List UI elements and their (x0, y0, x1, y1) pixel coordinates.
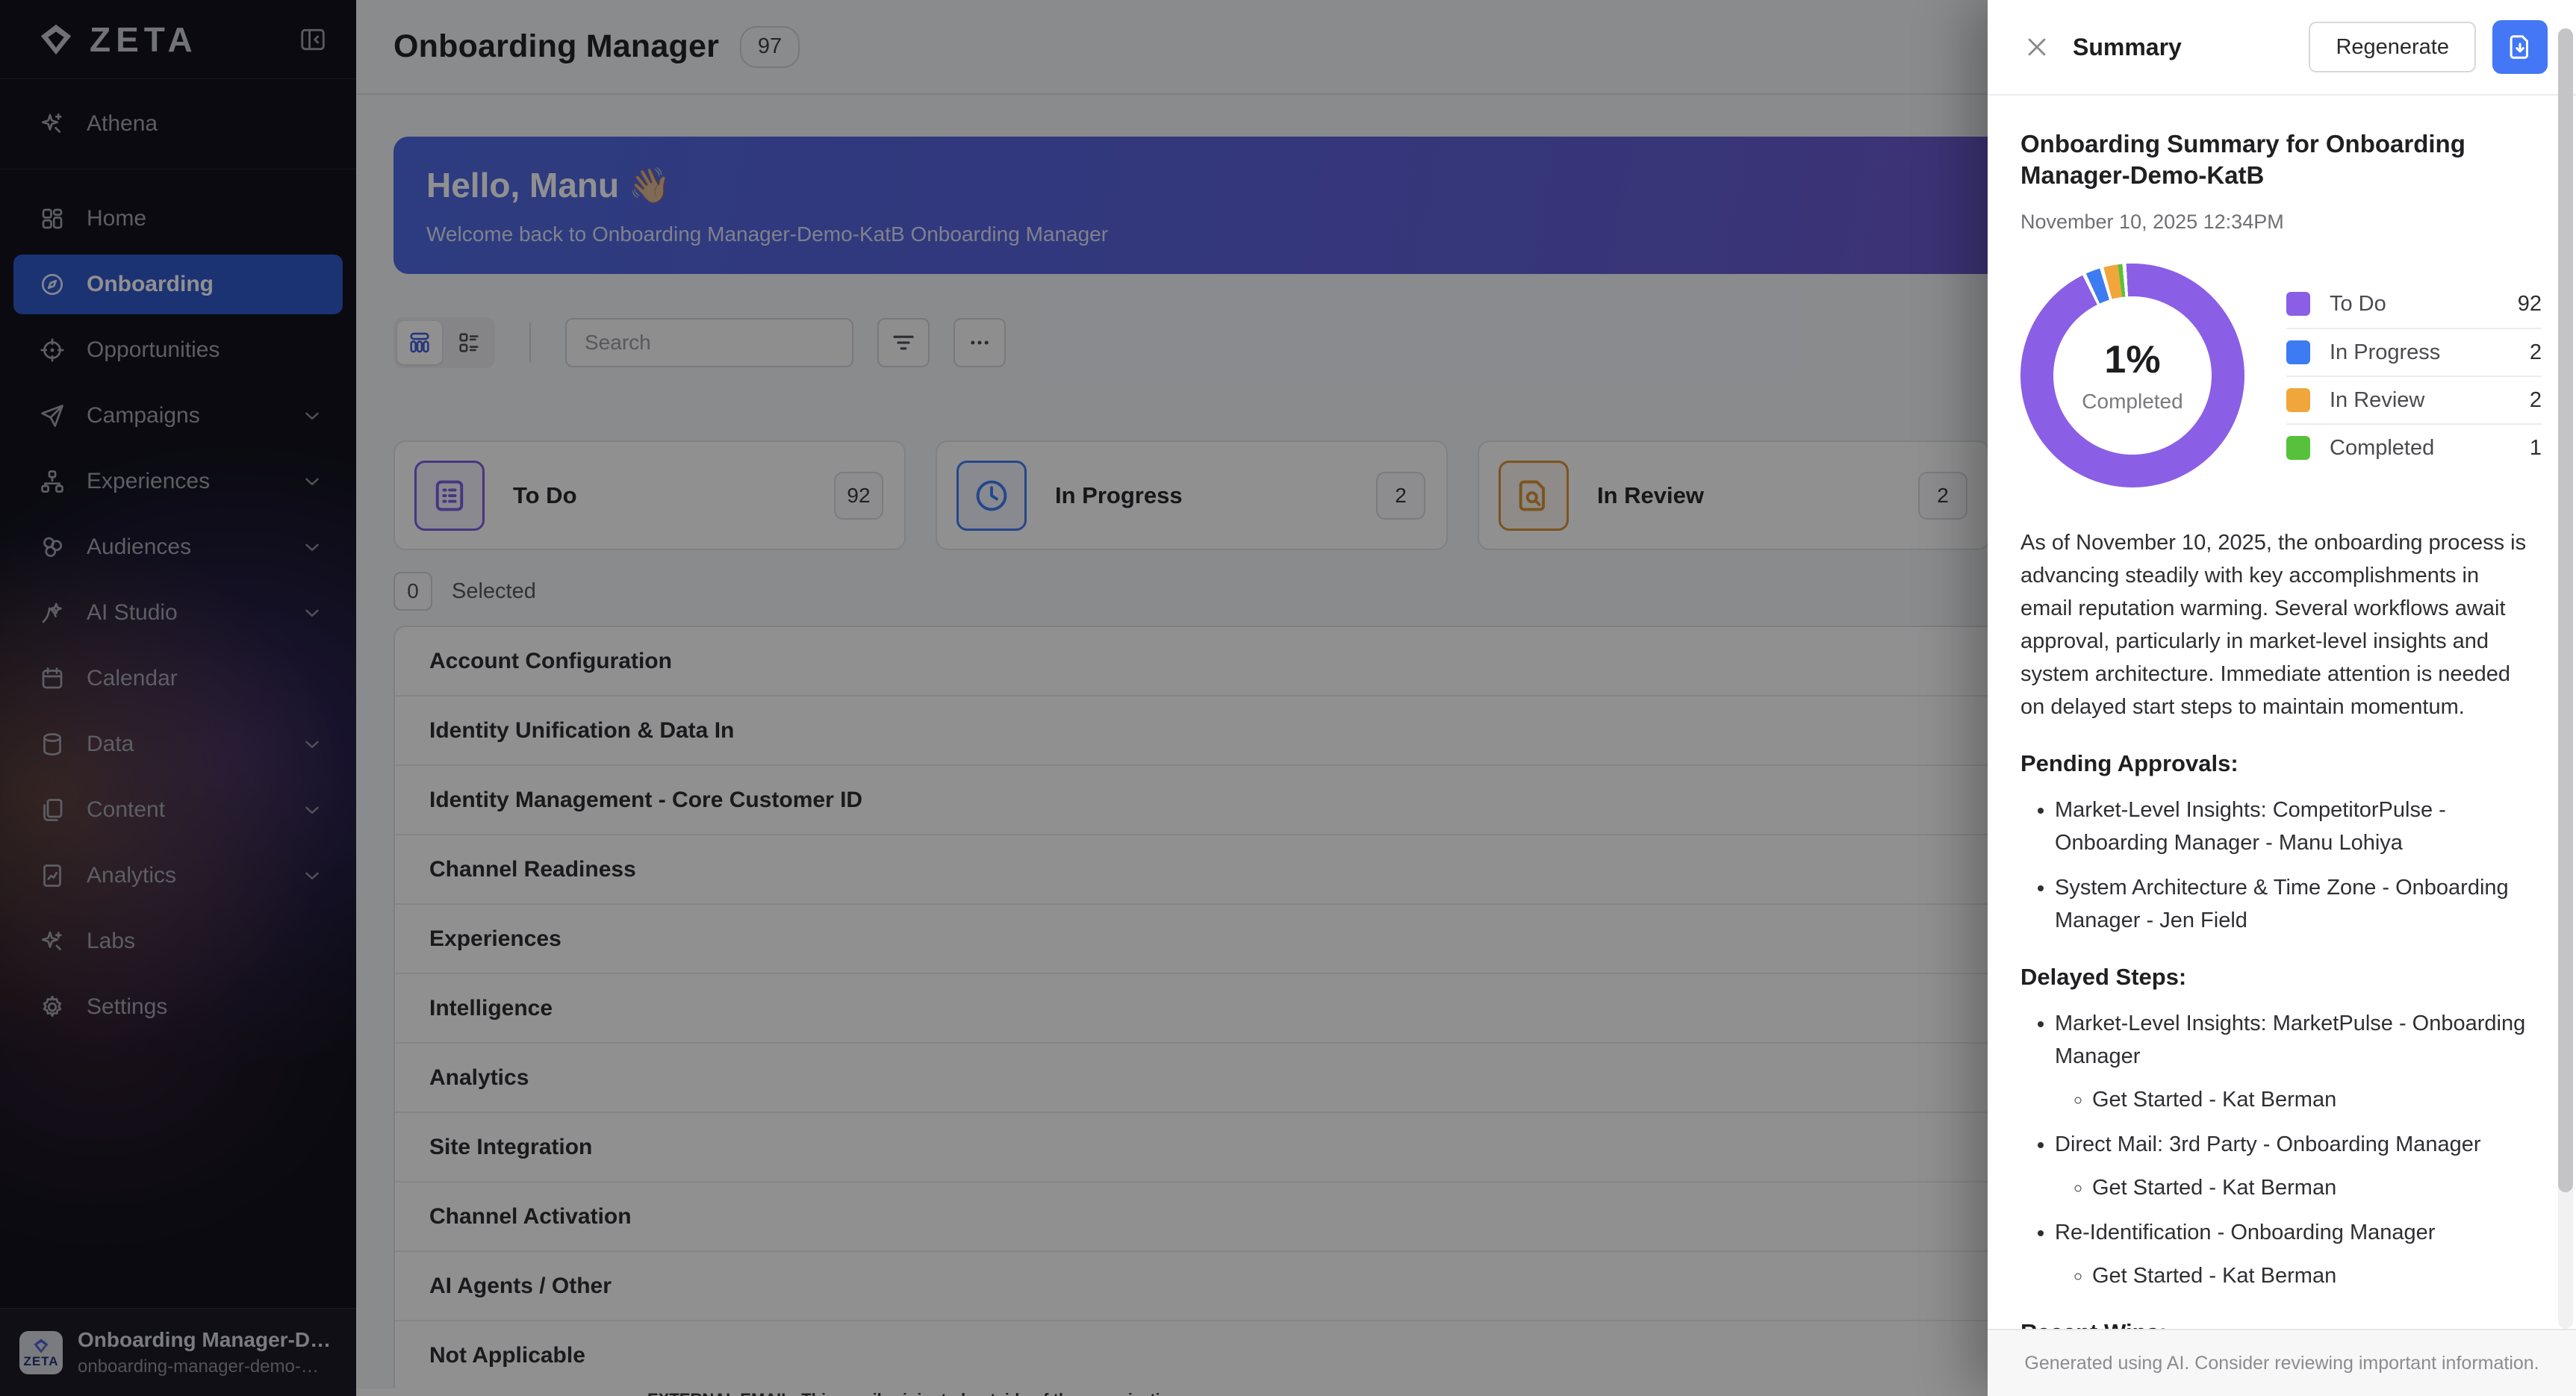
donut-chart: 1% Completed (2020, 264, 2244, 487)
drawer-title: Summary (2073, 34, 2309, 61)
legend-value: 2 (2530, 388, 2542, 413)
donut-percent: 1% (2104, 337, 2160, 382)
list-item: Re-Identification - Onboarding Manager G… (2055, 1216, 2542, 1292)
sub-list-item: Get Started - Kat Berman (2092, 1259, 2542, 1292)
regenerate-button[interactable]: Regenerate (2309, 22, 2476, 72)
ai-disclaimer-text: Generated using AI. Consider reviewing i… (2024, 1353, 2539, 1374)
legend-label: In Review (2330, 388, 2530, 413)
legend-value: 92 (2518, 292, 2542, 317)
legend-label: Completed (2330, 436, 2530, 461)
sub-list: Get Started - Kat Berman (2055, 1259, 2542, 1292)
pending-approvals-list: Market-Level Insights: CompetitorPulse -… (2020, 794, 2542, 937)
sub-list-item: Get Started - Kat Berman (2092, 1083, 2542, 1116)
list-item: System Architecture & Time Zone - Onboar… (2055, 871, 2542, 937)
scrollbar-thumb[interactable] (2558, 28, 2573, 1192)
legend-swatch (2286, 436, 2310, 460)
summary-timestamp: November 10, 2025 12:34PM (2020, 211, 2542, 234)
delayed-steps-list: Market-Level Insights: MarketPulse - Onb… (2020, 1007, 2542, 1292)
legend-swatch (2286, 388, 2310, 412)
list-item-text: Re-Identification - Onboarding Manager (2055, 1221, 2435, 1244)
donut-caption: Completed (2082, 390, 2183, 414)
list-item-text: Direct Mail: 3rd Party - Onboarding Mana… (2055, 1132, 2481, 1156)
legend-item-completed: Completed 1 (2286, 423, 2542, 471)
section-heading-recent-wins: Recent Wins: (2020, 1319, 2542, 1329)
summary-paragraph: As of November 10, 2025, the onboarding … (2020, 526, 2536, 723)
app-root: ZETA Athena Home (0, 0, 2576, 1396)
drawer-body[interactable]: Onboarding Summary for Onboarding Manage… (1988, 97, 2557, 1329)
legend-item-in-review: In Review 2 (2286, 376, 2542, 423)
export-document-button[interactable] (2492, 20, 2548, 74)
legend-label: In Progress (2330, 340, 2530, 365)
chart-legend: To Do 92 In Progress 2 In Review 2 (2286, 280, 2542, 471)
drawer-header: Summary Regenerate (1988, 0, 2576, 96)
legend-value: 2 (2530, 340, 2542, 365)
sub-list: Get Started - Kat Berman (2055, 1083, 2542, 1116)
file-download-icon (2506, 33, 2534, 61)
sub-list-item: Get Started - Kat Berman (2092, 1171, 2542, 1204)
list-item: Market-Level Insights: MarketPulse - Onb… (2055, 1007, 2542, 1116)
legend-value: 1 (2530, 436, 2542, 461)
donut-center: 1% Completed (2020, 264, 2244, 487)
summary-drawer: Summary Regenerate Onboarding Summary fo… (1988, 0, 2576, 1396)
legend-swatch (2286, 340, 2310, 364)
modal-dim-overlay[interactable] (0, 0, 1988, 1396)
sub-list: Get Started - Kat Berman (2055, 1171, 2542, 1204)
section-heading-pending-approvals: Pending Approvals: (2020, 750, 2542, 777)
status-chart: 1% Completed To Do 92 In Progress 2 (2020, 264, 2542, 487)
legend-item-todo: To Do 92 (2286, 280, 2542, 328)
list-item: Market-Level Insights: CompetitorPulse -… (2055, 794, 2542, 859)
ai-disclaimer-bar: Generated using AI. Consider reviewing i… (1988, 1329, 2576, 1396)
close-icon[interactable] (2020, 31, 2053, 63)
legend-label: To Do (2330, 292, 2518, 317)
drawer-scrollbar[interactable] (2558, 28, 2573, 1329)
list-item-text: Market-Level Insights: MarketPulse - Onb… (2055, 1012, 2525, 1068)
summary-doc-title: Onboarding Summary for Onboarding Manage… (2020, 128, 2498, 191)
legend-swatch (2286, 292, 2310, 316)
legend-item-in-progress: In Progress 2 (2286, 328, 2542, 376)
list-item: Direct Mail: 3rd Party - Onboarding Mana… (2055, 1128, 2542, 1204)
section-heading-delayed-steps: Delayed Steps: (2020, 964, 2542, 991)
